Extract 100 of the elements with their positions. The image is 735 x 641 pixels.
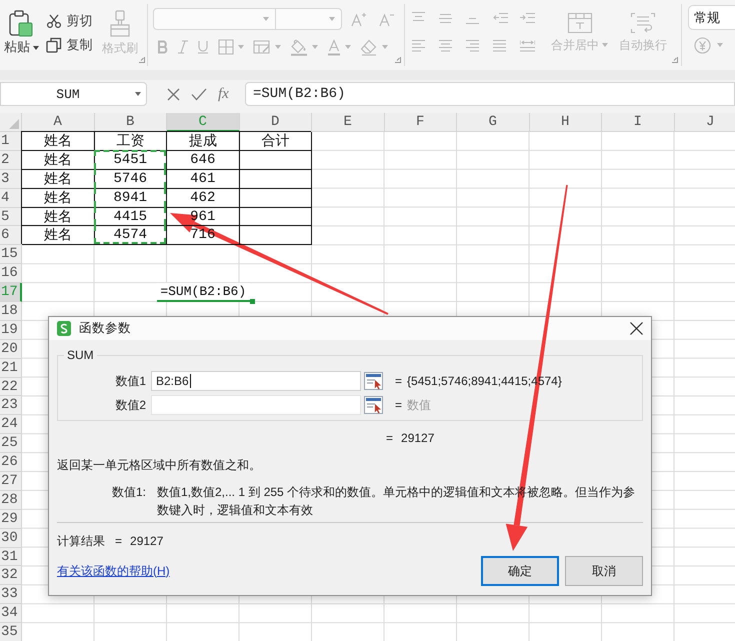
table-cell[interactable]: 姓名 [22,188,94,208]
row-header[interactable]: 27 [0,472,22,491]
table-cell[interactable]: 461 [167,170,240,189]
equals-sign: = [395,374,402,388]
app-icon [57,321,71,336]
table-cell[interactable]: 提成 [167,132,240,151]
help-link[interactable]: 有关该函数的帮助(H) [57,562,170,580]
wrap-text-icon [630,12,656,34]
row-header[interactable]: 19 [0,320,22,340]
row-header[interactable]: 23 [0,396,22,416]
argument-label: 数值2 [114,396,146,414]
copy-button[interactable]: 复制 [46,36,93,54]
column-header[interactable]: E [312,113,384,132]
clipboard-icon [9,10,34,37]
table-cell[interactable]: 716 [167,226,240,246]
argument-field[interactable]: B2:B6 [151,371,361,391]
column-header[interactable]: F [384,113,457,132]
dialog-button[interactable]: 取消 [565,556,643,586]
table-cell[interactable]: 646 [167,150,240,170]
caret-icon [345,45,351,49]
caret-icon [263,17,269,21]
row-header[interactable]: 32 [0,566,22,586]
row-header[interactable]: 35 [0,623,22,641]
row-header[interactable]: 22 [0,378,22,396]
table-cell[interactable] [240,226,312,246]
table-cell[interactable]: 合计 [240,132,312,151]
dialog-launcher-icon[interactable] [672,57,678,63]
active-cell[interactable]: =SUM(B2:B6) [157,283,250,302]
row-header[interactable]: 1 [0,132,22,151]
fill-handle[interactable] [250,299,254,304]
paintbrush-icon [108,10,132,37]
number-format-field[interactable]: 常规 [688,5,735,30]
dialog-title: 函数参数 [79,320,131,337]
formula-total: 29127 [401,430,434,446]
table-cell[interactable]: 工资 [94,132,167,151]
table-cell[interactable]: 姓名 [22,208,94,226]
column-header[interactable]: A [22,113,94,132]
triangle-icon [9,119,19,129]
caret-icon [135,92,141,96]
row-header[interactable]: 25 [0,434,22,454]
table-cell[interactable]: 姓名 [22,226,94,246]
table-cell[interactable]: 4574 [94,226,167,246]
row-header[interactable]: 28 [0,490,22,510]
row-header[interactable]: 34 [0,604,22,624]
insert-function-button[interactable]: fx [218,86,229,102]
table-cell[interactable]: 姓名 [22,170,94,189]
table-cell[interactable]: 4415 [94,208,167,226]
dialog-launcher-icon[interactable] [395,57,401,63]
result-value: 29127 [130,533,164,549]
formula-field[interactable]: =SUM(B2:B6) [245,82,735,106]
row-header[interactable]: 30 [0,528,22,548]
table-cell[interactable]: 462 [167,188,240,208]
dialog-button[interactable]: 确定 [481,556,559,586]
caret-icon [382,45,388,49]
caret-icon [32,46,39,50]
row-header[interactable]: 24 [0,415,22,434]
column-header[interactable]: B [94,113,167,132]
equals-sign: = [395,398,402,412]
row-header[interactable]: 31 [0,548,22,566]
column-header[interactable]: J [674,113,735,132]
caret-icon [238,45,244,49]
table-cell[interactable]: 姓名 [22,150,94,170]
row-header[interactable]: 18 [0,302,22,321]
caret-icon [602,43,608,47]
cut-button[interactable]: 剪切 [46,12,93,30]
dialog-launcher-icon[interactable] [139,57,145,63]
equals-sign: = [115,533,122,549]
argument-label: 数值1 [114,372,146,390]
table-cell[interactable]: 5746 [94,170,167,189]
table-cell[interactable]: 姓名 [22,132,94,151]
row-header[interactable]: 21 [0,358,22,378]
table-cell[interactable]: 8941 [94,188,167,208]
column-header[interactable]: I [602,113,674,132]
function-description: 返回某一单元格区域中所有数值之和。 [57,457,262,473]
column-header[interactable]: H [530,113,602,132]
argument-field[interactable] [151,395,361,415]
column-header[interactable]: D [240,113,312,132]
row-header[interactable]: 3 [0,170,22,189]
row-header[interactable]: 16 [0,264,22,284]
column-header[interactable]: G [457,113,530,132]
caret-icon [717,43,723,47]
row-header[interactable]: 4 [0,188,22,208]
row-header[interactable]: 26 [0,453,22,472]
result-label: 计算结果 [57,533,105,549]
row-header[interactable]: 6 [0,226,22,246]
row-header[interactable]: 15 [0,245,22,264]
cancel-icon[interactable] [167,88,180,100]
row-header[interactable]: 5 [0,208,22,226]
row-header[interactable]: 29 [0,510,22,529]
name-box[interactable]: SUM [0,82,147,106]
row-header[interactable]: 20 [0,340,22,359]
checkmark-icon[interactable] [191,88,207,100]
select-all-corner[interactable] [0,113,22,132]
row-header[interactable]: 33 [0,585,22,604]
row-header[interactable]: 2 [0,150,22,170]
merge-cells-icon [566,12,593,34]
argument-help-label: 数值1: [111,484,148,501]
paste-button[interactable]: 粘贴 [3,4,40,66]
caret-icon [312,45,318,49]
table-cell[interactable]: 5451 [94,150,167,170]
